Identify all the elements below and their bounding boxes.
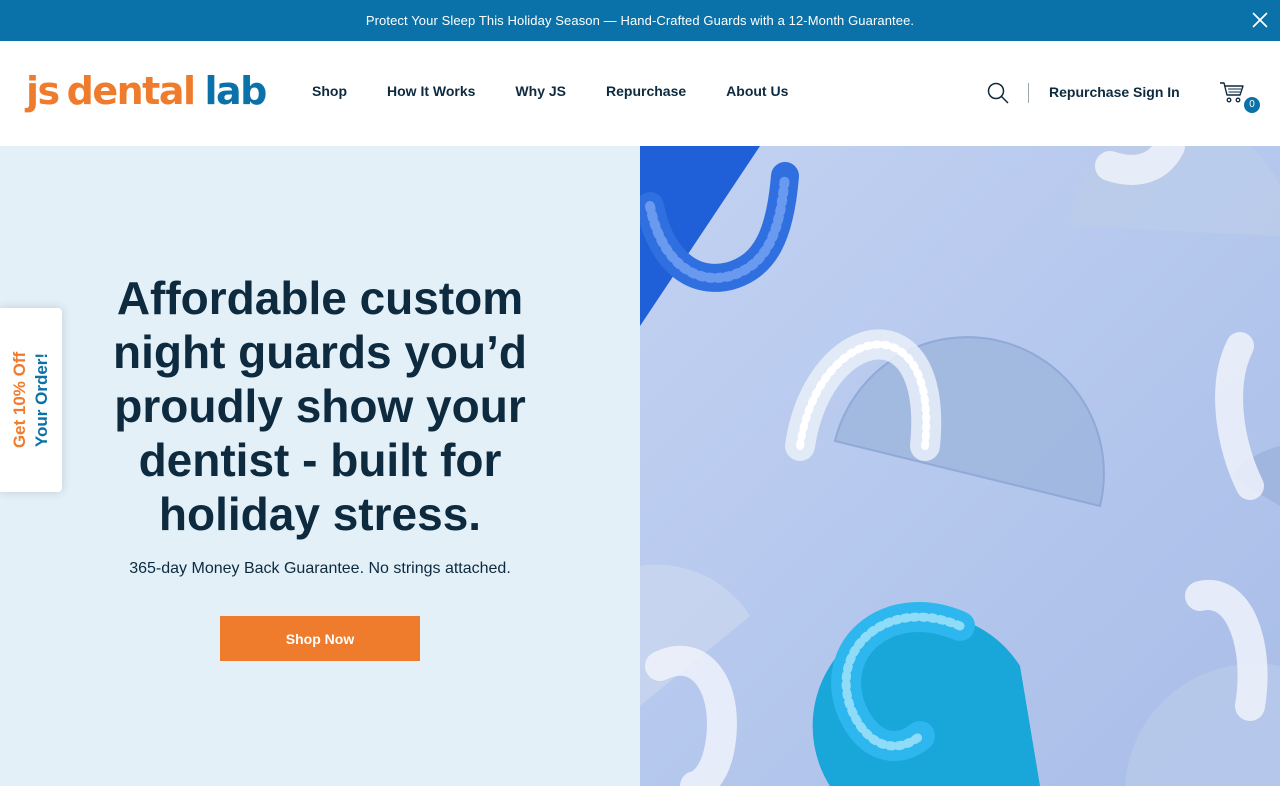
bottom-strip [0, 786, 1280, 800]
hero-subtitle: 365-day Money Back Guarantee. No strings… [129, 560, 511, 577]
logo-part-lab: lab [204, 69, 268, 113]
logo[interactable]: js dental lab [26, 69, 268, 113]
nav-item-shop[interactable]: Shop [312, 83, 347, 99]
hero-title: Affordable custom night guards you’d pro… [113, 272, 527, 540]
hero-product-illustration [640, 146, 1280, 786]
nav-item-why-js[interactable]: Why JS [515, 83, 566, 99]
nav-item-about-us[interactable]: About Us [726, 83, 788, 99]
main-nav: Shop How It Works Why JS Repurchase Abou… [312, 83, 828, 99]
search-icon[interactable] [987, 82, 1009, 104]
cart-count-badge: 0 [1244, 97, 1260, 113]
hero-image [640, 146, 1280, 786]
hero-text-panel: Affordable custom night guards you’d pro… [0, 146, 640, 786]
discount-tab-line2: Your Order! [32, 352, 51, 448]
nav-item-repurchase[interactable]: Repurchase [606, 83, 686, 99]
discount-side-tab-text: Get 10% Off Your Order! [9, 352, 53, 448]
logo-part-dental: dental [66, 69, 196, 113]
discount-side-tab[interactable]: Get 10% Off Your Order! [0, 308, 62, 492]
close-icon[interactable] [1250, 10, 1270, 30]
discount-tab-line1: Get 10% Off [10, 351, 29, 449]
announcement-text: Protect Your Sleep This Holiday Season —… [365, 13, 915, 28]
repurchase-sign-in-link[interactable]: Repurchase Sign In [1049, 84, 1180, 100]
shop-now-button[interactable]: Shop Now [220, 616, 420, 661]
site-header: js dental lab Shop How It Works Why JS R… [0, 41, 1280, 146]
header-divider [1028, 83, 1029, 103]
announcement-bar: Protect Your Sleep This Holiday Season —… [0, 0, 1280, 41]
cart-icon[interactable] [1219, 80, 1245, 104]
nav-item-how-it-works[interactable]: How It Works [387, 83, 475, 99]
logo-part-js: js [26, 69, 60, 113]
